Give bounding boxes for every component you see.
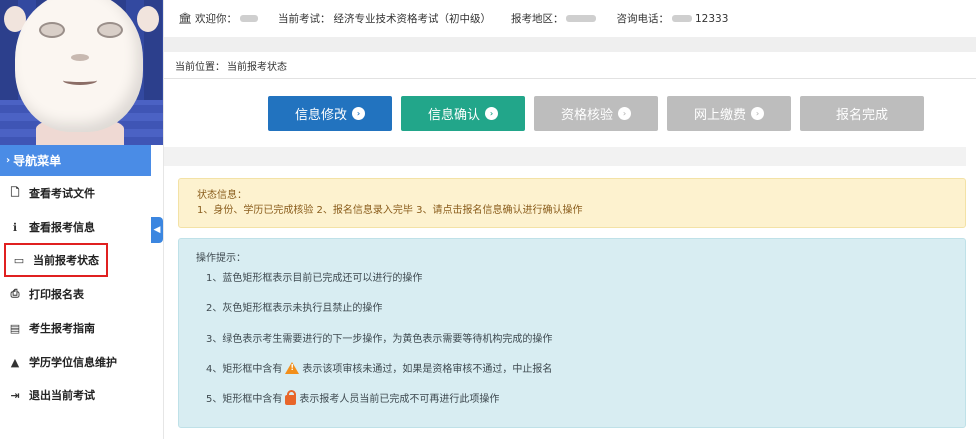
lock-icon bbox=[285, 389, 297, 405]
step-label: 资格核验 bbox=[560, 108, 613, 123]
step-label: 网上缴费 bbox=[693, 108, 746, 123]
tip-text: 4、矩形框中含有 bbox=[206, 364, 283, 375]
phone-value: 12333 bbox=[694, 12, 729, 25]
phone-label: 咨询电话： bbox=[616, 13, 669, 25]
region-label: 报考地区： bbox=[510, 13, 564, 25]
step-label: 信息确认 bbox=[427, 108, 480, 123]
step-info-edit-button[interactable]: 信息修改 › bbox=[268, 96, 392, 131]
sidebar-item-label: 打印报名表 bbox=[29, 288, 84, 301]
document-icon: 🗋 bbox=[10, 185, 20, 199]
tip-item: 2、灰色矩形框表示未执行且禁止的操作 bbox=[206, 299, 382, 314]
warning-icon bbox=[285, 361, 300, 374]
sidebar-item-exam-files[interactable]: 🗋 查看考试文件 bbox=[0, 176, 151, 210]
tip-text: 表示报考人员当前已完成不可再进行此项操作 bbox=[299, 394, 500, 405]
sidebar-item-label: 学历学位信息维护 bbox=[29, 356, 117, 369]
bank-icon: 🏛 bbox=[178, 12, 192, 25]
sidebar-item-label: 查看报考信息 bbox=[29, 221, 95, 234]
step-info-confirm-button[interactable]: 信息确认 › bbox=[401, 96, 525, 131]
sidebar-item-label: 当前报考状态 bbox=[33, 254, 99, 267]
status-info-panel: 状态信息： 1、身份、学历已完成核验 2、报名信息录入完毕 3、请点击报名信息确… bbox=[178, 178, 966, 228]
tip-text: 1、蓝色矩形框表示目前已完成还可以进行的操作 bbox=[206, 273, 423, 284]
tip-item: 5、矩形框中含有 表示报考人员当前已完成不可再进行此项操作 bbox=[206, 389, 500, 405]
welcome-segment: 🏛 欢迎你： bbox=[178, 11, 258, 26]
sidebar-item-print-form[interactable]: ⎙ 打印报名表 bbox=[0, 277, 151, 311]
nav-menu-title: 导航菜单 bbox=[13, 154, 62, 168]
tip-item: 3、绿色表示考生需要进行的下一步操作，为黄色表示需要等待机构完成的操作 bbox=[206, 330, 552, 345]
sidebar-item-degree-info[interactable]: ▲ 学历学位信息维护 bbox=[0, 345, 151, 379]
user-avatar bbox=[0, 0, 163, 145]
info-icon: ℹ bbox=[12, 220, 18, 234]
tip-item: 1、蓝色矩形框表示目前已完成还可以进行的操作 bbox=[206, 269, 422, 284]
sidebar-collapse-toggle[interactable]: ◀ bbox=[151, 217, 163, 243]
nav-menu-header: › 导航菜单 bbox=[0, 145, 151, 176]
sidebar-item-registration-info[interactable]: ℹ 查看报考信息 bbox=[0, 210, 151, 244]
tip-text: 表示该项审核未通过，如果是资格审核不通过，中止报名 bbox=[302, 364, 553, 375]
exit-icon: ⇥ bbox=[10, 388, 20, 402]
step-qualification-check-button[interactable]: 资格核验 › bbox=[534, 96, 658, 131]
chevron-right-circle-icon: › bbox=[618, 107, 631, 120]
phone-segment: 咨询电话： 12333 bbox=[616, 11, 728, 26]
step-label: 信息修改 bbox=[294, 108, 347, 123]
chevron-right-icon: › bbox=[6, 155, 11, 166]
tips-title: 操作提示： bbox=[196, 253, 246, 264]
sidebar-item-current-status[interactable]: ▭ 当前报考状态 bbox=[4, 243, 108, 277]
monitor-icon: ▭ bbox=[13, 253, 25, 267]
exam-label: 当前考试： bbox=[277, 13, 331, 25]
step-online-payment-button[interactable]: 网上缴费 › bbox=[667, 96, 791, 131]
status-text: 1、身份、学历已完成核验 2、报名信息录入完毕 3、请点击报名信息确认进行确认操… bbox=[197, 205, 583, 216]
sidebar-item-label: 考生报考指南 bbox=[29, 322, 95, 335]
breadcrumb-current: 当前报考状态 bbox=[227, 61, 287, 73]
sidebar: 🗋 查看考试文件 ℹ 查看报考信息 ▭ 当前报考状态 ⎙ 打印报名表 ▤ 考生报… bbox=[0, 176, 151, 439]
content-separator bbox=[164, 147, 966, 166]
tip-text: 2、灰色矩形框表示未执行且禁止的操作 bbox=[206, 303, 383, 314]
redacted-region bbox=[566, 15, 597, 22]
step-label: 报名完成 bbox=[835, 108, 888, 123]
redacted-phone-prefix bbox=[671, 15, 692, 22]
chevron-right-circle-icon: › bbox=[352, 107, 365, 120]
sidebar-item-guide[interactable]: ▤ 考生报考指南 bbox=[0, 311, 151, 345]
chevron-left-icon: ◀ bbox=[153, 225, 161, 235]
breadcrumb-label: 当前位置： bbox=[175, 61, 225, 73]
step-registration-complete-button[interactable]: 报名完成 bbox=[800, 96, 924, 131]
redacted-username bbox=[239, 15, 258, 22]
chevron-right-circle-icon: › bbox=[751, 107, 764, 120]
chevron-right-circle-icon: › bbox=[485, 107, 498, 120]
welcome-label: 欢迎你： bbox=[194, 13, 237, 25]
tip-item: 4、矩形框中含有 表示该项审核未通过，如果是资格审核不通过，中止报名 bbox=[206, 360, 552, 375]
sidebar-item-label: 查看考试文件 bbox=[29, 187, 95, 200]
status-title: 状态信息： bbox=[197, 190, 247, 201]
printer-icon: ⎙ bbox=[10, 287, 20, 300]
sidebar-item-label: 退出当前考试 bbox=[29, 389, 95, 402]
tip-text: 3、绿色表示考生需要进行的下一步操作，为黄色表示需要等待机构完成的操作 bbox=[206, 334, 553, 345]
region-segment: 报考地区： bbox=[511, 11, 597, 26]
operation-tips-panel: 操作提示： 1、蓝色矩形框表示目前已完成还可以进行的操作 2、灰色矩形框表示未执… bbox=[178, 238, 966, 428]
graduation-cap-icon: ▲ bbox=[10, 355, 20, 369]
sidebar-item-exit-exam[interactable]: ⇥ 退出当前考试 bbox=[0, 378, 151, 412]
exam-segment: 当前考试： 经济专业技术资格考试（初中级） bbox=[278, 11, 491, 26]
tip-text: 5、矩形框中含有 bbox=[206, 394, 283, 405]
topbar-separator bbox=[164, 37, 976, 52]
exam-value: 经济专业技术资格考试（初中级） bbox=[333, 13, 491, 25]
top-info-bar: 🏛 欢迎你： 当前考试： 经济专业技术资格考试（初中级） 报考地区： 咨询电话：… bbox=[164, 0, 976, 37]
breadcrumb: 当前位置： 当前报考状态 bbox=[164, 52, 976, 79]
book-icon: ▤ bbox=[9, 321, 21, 335]
